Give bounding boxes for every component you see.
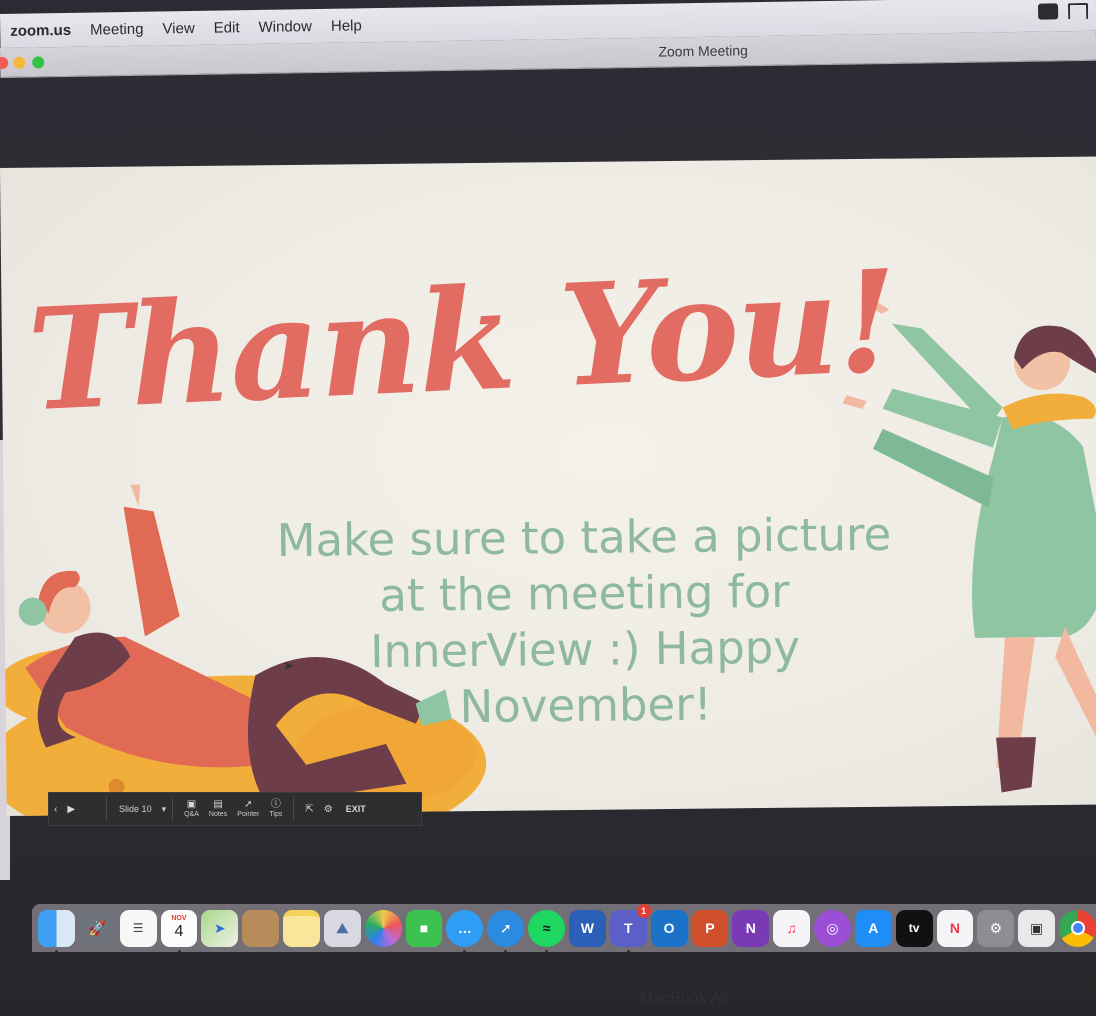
outlook-icon[interactable]: O <box>650 909 688 947</box>
notes-label: Notes <box>208 811 228 818</box>
tips-label: Tips <box>269 811 283 818</box>
spotify-icon[interactable]: ≈ <box>528 909 565 953</box>
qa-icon: ▣ <box>186 799 197 810</box>
menu-item-view[interactable]: View <box>162 19 195 37</box>
screenshot-icon[interactable]: ▣ <box>1018 909 1056 947</box>
device-label: MacBook Air <box>640 990 730 1007</box>
messages-icon[interactable]: … <box>446 909 484 953</box>
slide-selector[interactable]: Slide 10 ▾ <box>119 804 166 815</box>
podcasts-icon[interactable]: ◎ <box>814 909 851 947</box>
word-icon[interactable]: W <box>568 909 606 947</box>
tips-icon: ⓘ <box>270 799 281 810</box>
pointer-button[interactable]: ➚ Pointer <box>237 799 259 819</box>
menu-app-name[interactable]: zoom.us <box>10 21 71 39</box>
qa-label: Q&A <box>184 811 199 818</box>
notes-icon: ▤ <box>213 799 223 810</box>
onenote-icon[interactable]: N <box>732 909 770 947</box>
chrome-icon[interactable] <box>1059 909 1096 947</box>
photos-icon[interactable] <box>364 909 402 947</box>
slide-title: Thank You! <box>24 240 900 444</box>
launchpad-icon[interactable]: 🚀 <box>78 909 116 947</box>
chevron-left-icon: ‹ <box>54 803 58 815</box>
reminders-icon[interactable]: ☰ <box>119 909 157 947</box>
gear-icon: ⚙ <box>323 803 333 815</box>
teams-badge: 1 <box>636 903 651 918</box>
fullscreen-toggle-button[interactable]: ⇱ <box>305 804 313 815</box>
settings-button[interactable]: ⚙ <box>324 804 333 815</box>
facetime-icon[interactable]: ■ <box>405 909 443 947</box>
previous-slide-button[interactable]: ‹ <box>54 804 57 815</box>
toolbar-divider <box>172 797 174 821</box>
pointer-icon: ➚ <box>244 799 253 810</box>
maps-icon[interactable]: ➤ <box>201 909 239 947</box>
contacts-icon[interactable] <box>242 909 280 947</box>
play-button[interactable]: ▶ <box>67 804 75 815</box>
toolbar-divider <box>106 797 108 821</box>
tips-button[interactable]: ⓘ Tips <box>269 799 282 819</box>
play-icon: ▶ <box>67 803 76 815</box>
laptop-screen: zoom.us Meeting View Edit Window Help Zo… <box>0 0 1096 1016</box>
menu-item-window[interactable]: Window <box>258 18 312 36</box>
chevron-down-icon: ▾ <box>161 803 167 814</box>
presenter-toolbar: ‹ ▶ Slide 10 ▾ ▣ Q&A ▤ Notes ➚ Pointer ⓘ… <box>48 792 422 826</box>
music-icon[interactable]: ♫ <box>773 909 811 947</box>
calendar-month: NOV <box>171 915 187 922</box>
notes-button[interactable]: ▤ Notes <box>209 799 227 819</box>
toolbar-divider <box>293 797 295 821</box>
powerpoint-icon[interactable]: P <box>691 909 729 947</box>
pointer-label: Pointer <box>237 811 260 818</box>
news-icon[interactable]: N <box>936 909 974 947</box>
menu-item-help[interactable]: Help <box>331 17 362 34</box>
shared-slide: Thank You! Make sure to take a picture a… <box>0 156 1096 816</box>
calendar-icon[interactable]: NOV 4 <box>160 909 198 953</box>
teams-icon[interactable]: T1 <box>609 903 651 953</box>
menu-item-meeting[interactable]: Meeting <box>90 20 144 38</box>
macos-dock: 🚀 ☰ NOV 4 ➤ ⛰ ■ … ➚ ≈ W T1 O P N ♫ ◎ A t… <box>32 903 1096 953</box>
slide-subtitle: Make sure to take a picture at the meeti… <box>276 507 892 734</box>
apple-tv-icon[interactable]: tv <box>895 909 933 947</box>
app-store-icon[interactable]: A <box>854 909 892 947</box>
zoom-status-icon[interactable] <box>1037 3 1059 20</box>
safari-icon[interactable]: ➚ <box>487 909 525 953</box>
exit-presentation-button[interactable]: EXIT <box>346 804 366 814</box>
calendar-day: 4 <box>174 923 184 940</box>
system-preferences-icon[interactable]: ⚙ <box>977 909 1015 947</box>
shrink-icon: ⇱ <box>305 803 314 815</box>
tv-label: tv <box>908 921 920 935</box>
menu-item-edit[interactable]: Edit <box>214 19 240 36</box>
slide-number-label: Slide 10 <box>119 804 152 814</box>
preview-icon[interactable]: ⛰ <box>323 909 361 947</box>
notes-app-icon[interactable] <box>283 909 320 947</box>
finder-icon[interactable] <box>38 909 75 953</box>
slide-pointer-icon: ➤ <box>283 658 294 673</box>
airplay-icon[interactable] <box>1067 2 1089 20</box>
qa-button[interactable]: ▣ Q&A <box>184 799 199 819</box>
